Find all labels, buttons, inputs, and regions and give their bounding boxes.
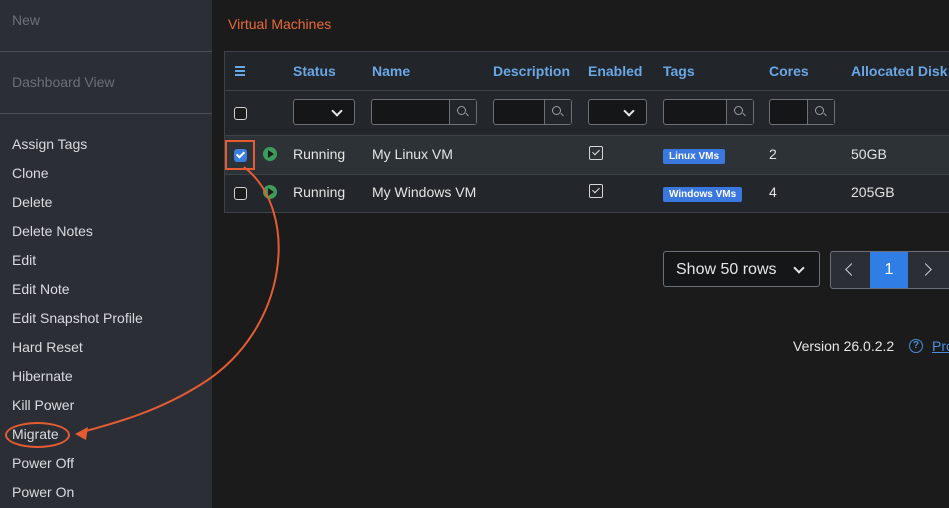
status-filter-select[interactable] [293, 99, 355, 125]
table-row[interactable]: Running My Linux VM Linux VMs 2 50GB [225, 136, 949, 175]
column-header-cores[interactable]: Cores [769, 63, 809, 79]
enabled-checkbox [589, 184, 603, 198]
chevron-left-icon[interactable] [831, 252, 869, 288]
sidebar-item-delete-notes[interactable]: Delete Notes [12, 223, 93, 239]
sidebar-item-assign-tags[interactable]: Assign Tags [12, 136, 87, 152]
status-cell: Running [293, 184, 346, 200]
column-header-description[interactable]: Description [493, 63, 570, 79]
page-button-current[interactable]: 1 [870, 252, 908, 288]
enabled-checkbox [589, 146, 603, 160]
column-header-name[interactable]: Name [372, 63, 410, 79]
disk-cell: 205GB [851, 184, 895, 200]
column-header-tags[interactable]: Tags [663, 63, 695, 79]
page-title: Virtual Machines [228, 16, 332, 32]
sidebar-item-power-on[interactable]: Power On [12, 484, 74, 500]
pagination: 1 [830, 251, 949, 289]
description-filter-input[interactable] [493, 99, 572, 125]
sidebar-divider [0, 113, 212, 114]
chevron-down-icon [793, 262, 805, 274]
name-filter-input[interactable] [371, 99, 477, 125]
migrate-highlight-circle [5, 422, 70, 448]
rows-per-page-select[interactable]: Show 50 rows [663, 251, 820, 287]
sidebar-item-edit-snapshot-profile[interactable]: Edit Snapshot Profile [12, 310, 143, 326]
column-header-status[interactable]: Status [293, 63, 336, 79]
sidebar-item-dashboard-view: Dashboard View [12, 74, 115, 90]
version-label: Version 26.0.2.2 [793, 338, 895, 354]
cores-filter-input[interactable] [769, 99, 835, 125]
column-header-enabled[interactable]: Enabled [588, 63, 642, 79]
search-icon[interactable] [544, 100, 571, 124]
column-header-allocated-disk[interactable]: Allocated Disk [851, 63, 947, 79]
table-header: Status Name Description Enabled Tags Cor… [225, 52, 949, 91]
sidebar-item-edit-note[interactable]: Edit Note [12, 281, 70, 297]
chevron-down-icon [331, 105, 343, 117]
main-content: Virtual Machines Status Name Description… [212, 0, 949, 508]
select-all-checkbox[interactable] [234, 107, 247, 120]
sidebar-item-power-off[interactable]: Power Off [12, 455, 74, 471]
menu-icon[interactable] [235, 66, 245, 76]
help-icon[interactable]: ? [909, 339, 923, 353]
cores-cell: 2 [769, 146, 777, 162]
play-icon [263, 147, 277, 161]
help-link[interactable]: Pro [932, 338, 949, 354]
chevron-right-icon[interactable] [909, 252, 947, 288]
rows-per-page-label: Show 50 rows [676, 261, 777, 278]
sidebar-item-clone[interactable]: Clone [12, 165, 49, 181]
disk-cell: 50GB [851, 146, 887, 162]
search-icon[interactable] [449, 100, 476, 124]
name-cell: My Windows VM [372, 184, 477, 200]
enabled-filter-select[interactable] [588, 99, 647, 125]
search-icon[interactable] [807, 100, 834, 124]
sidebar-item-hibernate[interactable]: Hibernate [12, 368, 73, 384]
play-icon [263, 185, 277, 199]
status-cell: Running [293, 146, 346, 162]
table-row[interactable]: Running My Windows VM Windows VMs 4 205G… [225, 174, 949, 213]
tag-badge: Windows VMs [663, 187, 743, 202]
row-checkbox[interactable] [234, 149, 247, 162]
tag-badge: Linux VMs [663, 149, 726, 164]
filter-row [225, 91, 949, 136]
sidebar-item-edit[interactable]: Edit [12, 252, 36, 268]
sidebar-item-hard-reset[interactable]: Hard Reset [12, 339, 83, 355]
sidebar-item-new: New [12, 12, 41, 28]
sidebar-divider [0, 51, 212, 52]
tags-filter-input[interactable] [663, 99, 754, 125]
chevron-down-icon [623, 105, 635, 117]
cores-cell: 4 [769, 184, 777, 200]
sidebar-item-delete[interactable]: Delete [12, 194, 52, 210]
search-icon[interactable] [726, 100, 753, 124]
row-checkbox[interactable] [234, 187, 247, 200]
name-cell: My Linux VM [372, 146, 453, 162]
sidebar-item-kill-power[interactable]: Kill Power [12, 397, 74, 413]
vm-table: Status Name Description Enabled Tags Cor… [224, 51, 949, 213]
